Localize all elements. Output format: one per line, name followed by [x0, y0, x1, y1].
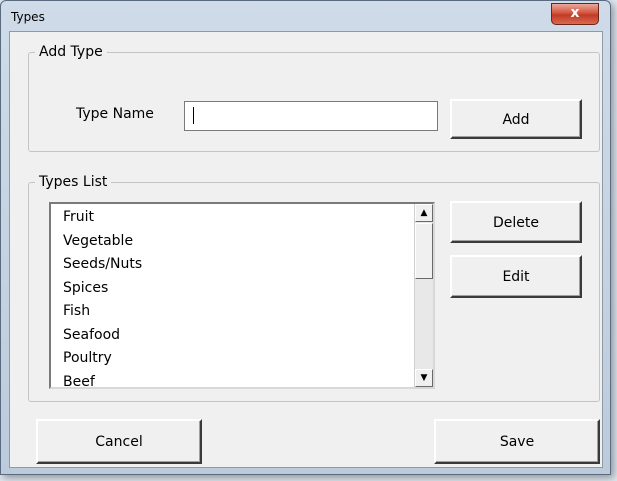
- add-type-group-label: Add Type: [39, 44, 103, 60]
- save-button[interactable]: Save: [434, 419, 600, 464]
- type-name-input[interactable]: [184, 101, 438, 131]
- list-item[interactable]: Beef: [63, 371, 142, 388]
- text-caret: [193, 107, 194, 124]
- dialog-client-area: Add Type Type Name Add Types List Fruit …: [9, 31, 603, 468]
- close-button[interactable]: x: [551, 3, 599, 25]
- list-item[interactable]: Seeds/Nuts: [63, 253, 142, 277]
- list-item[interactable]: Spices: [63, 277, 142, 301]
- scrollbar-thumb[interactable]: [415, 223, 433, 279]
- close-icon: x: [570, 5, 580, 21]
- types-dialog-window: Types x Add Type Type Name Add Types Lis…: [0, 0, 611, 475]
- types-listbox[interactable]: Fruit Vegetable Seeds/Nuts Spices Fish S…: [49, 202, 435, 389]
- edit-button[interactable]: Edit: [450, 255, 582, 298]
- list-item[interactable]: Fruit: [63, 206, 142, 230]
- scroll-up-arrow-icon[interactable]: ▲: [415, 204, 433, 222]
- list-item[interactable]: Vegetable: [63, 230, 142, 254]
- scroll-down-arrow-icon[interactable]: ▼: [415, 369, 433, 387]
- list-item[interactable]: Poultry: [63, 347, 142, 371]
- type-name-label: Type Name: [76, 106, 154, 122]
- types-list-group-label: Types List: [39, 174, 108, 190]
- title-bar[interactable]: Types x: [1, 1, 610, 33]
- vertical-scrollbar[interactable]: ▲ ▼: [414, 204, 433, 387]
- types-list-items: Fruit Vegetable Seeds/Nuts Spices Fish S…: [63, 206, 142, 388]
- list-item[interactable]: Fish: [63, 300, 142, 324]
- list-item[interactable]: Seafood: [63, 324, 142, 348]
- add-button[interactable]: Add: [450, 99, 582, 139]
- window-title: Types: [11, 10, 45, 24]
- cancel-button[interactable]: Cancel: [36, 419, 202, 464]
- delete-button[interactable]: Delete: [450, 201, 582, 243]
